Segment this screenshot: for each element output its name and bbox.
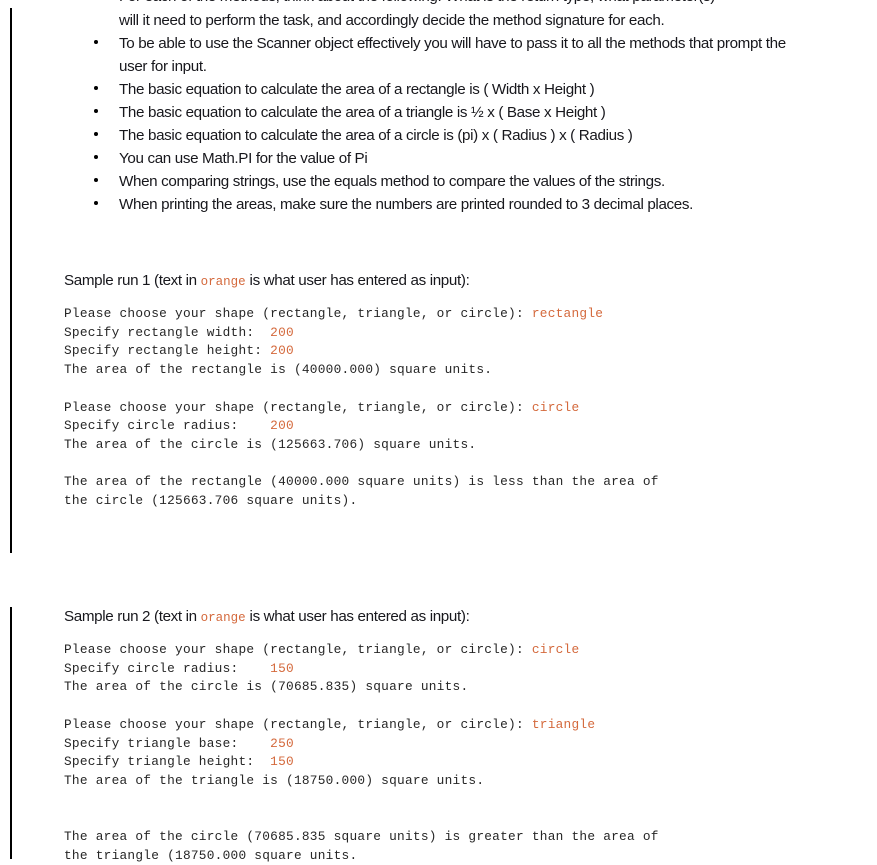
console-line: Please choose your shape (rectangle, tri… — [64, 399, 877, 418]
bullet-item: You can use Math.PI for the value of Pi — [0, 147, 877, 170]
bullet-item: To be able to use the Scanner object eff… — [0, 32, 877, 78]
sample-run-2-orange-word: orange — [200, 611, 246, 625]
console-prompt-text: The area of the rectangle (40000.000 squ… — [64, 474, 659, 490]
console-prompt-text: The area of the circle is (125663.706) s… — [64, 436, 477, 452]
console-line: The area of the circle is (125663.706) s… — [64, 436, 877, 455]
console-line: Specify circle radius: 200 — [64, 417, 877, 436]
bullet-item-label: When comparing strings, use the equals m… — [119, 173, 665, 190]
console-line: Specify circle radius: 150 — [64, 660, 877, 679]
console-user-input: circle — [531, 642, 580, 657]
console-line: the circle (125663.706 square units). — [64, 492, 877, 511]
clipped-intro-line: For each of the methods, think about the… — [119, 0, 859, 8]
console-line: Please choose your shape (rectangle, tri… — [64, 305, 877, 324]
console-user-input: 200 — [270, 418, 294, 434]
bullet-item: When comparing strings, use the equals m… — [0, 170, 877, 193]
console-user-input: rectangle — [531, 306, 604, 321]
bullet-dot-icon — [94, 86, 98, 90]
sample-run-1-orange-word: orange — [200, 275, 246, 289]
sample-run-1-heading: Sample run 1 (text in orange is what use… — [64, 271, 764, 292]
bullet-dot-icon — [94, 40, 98, 44]
sample-run-2-section: Sample run 2 (text in orange is what use… — [0, 607, 877, 865]
sample-run-1-heading-before: Sample run 1 (text in — [64, 272, 201, 289]
sample-run-2-heading-after: is what user has entered as input): — [245, 608, 470, 625]
console-user-input: circle — [531, 399, 580, 415]
console-user-input: triangle — [531, 716, 596, 732]
console-prompt-text: Specify rectangle height: — [64, 343, 271, 359]
console-line: The area of the circle is (70685.835) sq… — [64, 678, 877, 697]
console-line: Specify triangle base: 250 — [64, 735, 877, 754]
console-line: The area of the circle (70685.835 square… — [64, 828, 877, 847]
console-prompt-text: Specify circle radius: — [64, 660, 271, 676]
console-prompt-text: Specify rectangle width: — [64, 324, 271, 340]
console-line: Specify rectangle width: 200 — [64, 324, 877, 343]
console-prompt-text: the triangle (18750.000 square units. — [64, 847, 358, 863]
console-line: The area of the rectangle (40000.000 squ… — [64, 473, 877, 492]
bullet-item-label: When printing the areas, make sure the n… — [119, 196, 694, 213]
console-user-input: 150 — [270, 660, 294, 676]
intro-continuation-line: will it need to perform the task, and ac… — [119, 12, 665, 29]
console-prompt-text: Please choose your shape (rectangle, tri… — [64, 399, 532, 415]
bullet-item-label: You can use Math.PI for the value of Pi — [119, 150, 368, 167]
console-user-input: 200 — [270, 343, 294, 359]
console-prompt-text: Specify circle radius: — [64, 418, 271, 434]
bullet-item: The basic equation to calculate the area… — [0, 101, 877, 124]
sample-run-1-heading-after: is what user has entered as input): — [245, 272, 470, 289]
bullet-item-label: The basic equation to calculate the area… — [119, 127, 633, 144]
bullet-item-label: The basic equation to calculate the area… — [119, 104, 606, 121]
console-line: The area of the triangle is (18750.000) … — [64, 772, 877, 791]
console-prompt-text: Please choose your shape (rectangle, tri… — [64, 716, 532, 732]
bullet-item: When printing the areas, make sure the n… — [0, 193, 877, 216]
bullet-item-label: To be able to use the Scanner object eff… — [119, 35, 786, 75]
console-user-input: 200 — [270, 324, 294, 340]
sample-run-2-heading-before: Sample run 2 (text in — [64, 608, 201, 625]
bullet-dot-icon — [94, 201, 98, 205]
sample-run-2-console: Please choose your shape (rectangle, tri… — [64, 641, 877, 865]
bullet-dot-icon — [94, 155, 98, 159]
requirements-bullet-list: To be able to use the Scanner object eff… — [0, 32, 877, 216]
console-line: Please choose your shape (rectangle, tri… — [64, 641, 877, 660]
console-prompt-text: Please choose your shape (rectangle, tri… — [64, 642, 532, 657]
bullet-item: The basic equation to calculate the area… — [0, 78, 877, 101]
console-prompt-text: The area of the circle is (70685.835) sq… — [64, 679, 469, 695]
console-prompt-text: Please choose your shape (rectangle, tri… — [64, 306, 532, 321]
sample-run-2-heading: Sample run 2 (text in orange is what use… — [64, 607, 764, 628]
console-prompt-text: the circle (125663.706 square units). — [64, 493, 358, 508]
console-prompt-text: Specify triangle base: — [64, 735, 271, 751]
console-prompt-text: The area of the triangle is (18750.000) … — [64, 772, 485, 788]
bullet-item: The basic equation to calculate the area… — [0, 124, 877, 147]
console-line: Please choose your shape (rectangle, tri… — [64, 716, 877, 735]
bullet-dot-icon — [94, 132, 98, 136]
console-line: Specify rectangle height: 200 — [64, 342, 877, 361]
console-line: Specify triangle height: 150 — [64, 753, 877, 772]
sample-run-1-console: Please choose your shape (rectangle, tri… — [64, 305, 877, 511]
console-prompt-text: The area of the rectangle is (40000.000)… — [64, 362, 493, 378]
console-prompt-text: The area of the circle (70685.835 square… — [64, 828, 659, 844]
console-line: The area of the rectangle is (40000.000)… — [64, 361, 877, 380]
bullet-item-label: The basic equation to calculate the area… — [119, 81, 595, 98]
console-user-input: 150 — [270, 754, 294, 770]
bullet-dot-icon — [94, 109, 98, 113]
console-line: the triangle (18750.000 square units. — [64, 847, 877, 865]
console-prompt-text: Specify triangle height: — [64, 754, 271, 770]
bullet-dot-icon — [94, 178, 98, 182]
sample-run-1-section: Sample run 1 (text in orange is what use… — [0, 271, 877, 511]
console-user-input: 250 — [270, 735, 294, 751]
